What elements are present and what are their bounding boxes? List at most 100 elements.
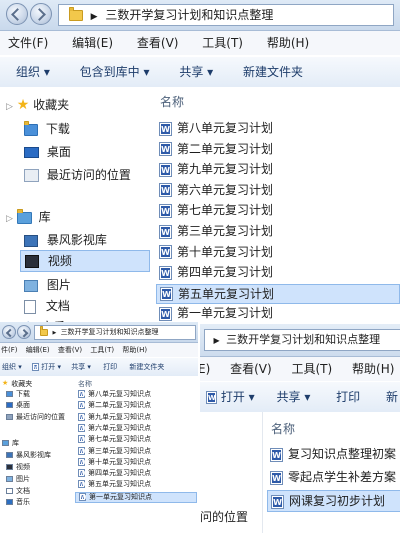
menu-edit[interactable]: 编辑(E): [72, 31, 113, 55]
list-item[interactable]: 网课复习初步计划: [267, 490, 400, 512]
sidebar-item-music[interactable]: 音乐: [6, 497, 30, 508]
menu-edit[interactable]: E): [200, 357, 210, 381]
navigation-pane: ▷ ★ 收藏夹 下载 桌面 最近访问的位置 ▷ 库 暴风影视库 视频 图片 文档: [0, 87, 150, 322]
list-item[interactable]: 第五单元复习计划: [156, 283, 400, 304]
list-item[interactable]: 第十单元复习计划: [156, 243, 400, 263]
file-name: 第一单元复习知识点: [89, 492, 152, 501]
file-list: 名称 第八单元复习计划第二单元复习计划第九单元复习计划第六单元复习计划第七单元复…: [150, 87, 400, 322]
sidebar-item-download-folder[interactable]: 下载: [6, 389, 30, 400]
sidebar-item-documents[interactable]: 文档: [24, 296, 70, 316]
list-item[interactable]: 第七单元复习计划: [156, 201, 400, 221]
list-item[interactable]: 第八单元复习知识点: [75, 390, 197, 401]
list-item[interactable]: 第九单元复习计划: [156, 160, 400, 180]
sidebar-item-recent[interactable]: 最近访问的位置: [24, 165, 131, 185]
list-item[interactable]: 第七单元复习知识点: [75, 435, 197, 446]
list-item[interactable]: 第四单元复习知识点: [75, 469, 197, 480]
address-field[interactable]: ▶ 三数开学复习计划和知识点整理: [204, 329, 400, 351]
column-header-name[interactable]: 名称: [78, 379, 92, 389]
documents-icon: [6, 488, 13, 494]
file-name: 第四单元复习计划: [177, 265, 274, 280]
column-header-name[interactable]: 名称: [160, 93, 184, 110]
sidebar-item-desktop[interactable]: 桌面: [24, 142, 71, 162]
list-item[interactable]: 第十单元复习知识点: [75, 457, 197, 469]
new-folder-button[interactable]: 新: [386, 382, 398, 412]
list-item[interactable]: 第二单元复习计划: [156, 140, 400, 160]
sidebar-item-pictures[interactable]: 图片: [24, 275, 71, 295]
sidebar-item-label: 音乐: [16, 498, 30, 506]
sidebar-item-video-library[interactable]: 暴风影视库: [24, 230, 107, 250]
breadcrumb-path: 三数开学复习计划和知识点整理: [226, 333, 381, 346]
new-folder-button[interactable]: 新建文件夹: [129, 358, 164, 376]
main-explorer-window: ▶ 三数开学复习计划和知识点整理 文件(F) 编辑(E) 查看(V) 工具(T)…: [0, 0, 400, 322]
organize-button[interactable]: 组织 ▾: [16, 57, 50, 87]
organize-button[interactable]: 组织 ▾: [2, 358, 22, 376]
sidebar-item-pictures[interactable]: 图片: [6, 474, 30, 485]
address-bar: ▶ 三数开学复习计划和知识点整理: [200, 324, 400, 357]
menu-file[interactable]: 件(F): [1, 343, 18, 357]
list-item[interactable]: 第九单元复习知识点: [75, 412, 197, 424]
word-document-icon: [206, 391, 217, 404]
sidebar-item-documents[interactable]: 文档: [6, 486, 30, 497]
share-button[interactable]: 共享 ▾: [179, 57, 213, 87]
file-name: 第六单元复习计划: [177, 182, 274, 197]
sidebar-item-desktop[interactable]: 桌面: [6, 400, 30, 411]
sidebar-item-label: 库: [12, 439, 19, 447]
sidebar-item-library[interactable]: 库: [2, 438, 19, 449]
include-in-library-button[interactable]: 包含到库中 ▾: [80, 57, 150, 87]
file-name: 零起点学生补差方案: [288, 470, 397, 484]
open-button[interactable]: 打开 ▾: [206, 382, 255, 412]
menu-file[interactable]: 文件(F): [8, 31, 48, 55]
sidebar-item-downloads[interactable]: 下载: [24, 119, 70, 139]
back-button[interactable]: [6, 3, 28, 25]
sidebar-item-libraries[interactable]: ▷ 库: [6, 207, 51, 227]
sidebar-item-recent[interactable]: 问的位置: [200, 508, 248, 525]
menu-help[interactable]: 帮助(H): [267, 31, 309, 55]
list-item[interactable]: 第六单元复习计划: [156, 181, 400, 201]
list-item[interactable]: 第六单元复习知识点: [75, 423, 197, 435]
list-item[interactable]: 第八单元复习计划: [156, 119, 400, 139]
menu-help[interactable]: 帮助(H): [122, 343, 147, 357]
sidebar-item-video[interactable]: 视频: [20, 250, 150, 272]
share-button[interactable]: 共享 ▾: [71, 358, 91, 376]
address-field[interactable]: ▶ 三数开学复习计划和知识点整理: [58, 4, 394, 26]
sidebar-item-star[interactable]: ★ 收藏夹: [2, 378, 32, 389]
desktop-icon: [6, 402, 13, 408]
column-header-name[interactable]: 名称: [271, 420, 295, 437]
menu-view[interactable]: 查看(V): [58, 343, 82, 357]
folder-icon: [68, 7, 83, 21]
list-item[interactable]: 零起点学生补差方案: [267, 467, 400, 489]
new-folder-button[interactable]: 新建文件夹: [243, 57, 303, 87]
file-name: 第二单元复习知识点: [88, 401, 151, 410]
sidebar-item-favorites[interactable]: ▷ ★ 收藏夹: [6, 95, 69, 115]
menu-tools[interactable]: 工具(T): [202, 31, 243, 55]
print-button[interactable]: 打印: [103, 358, 117, 376]
menu-tools[interactable]: 工具(T): [90, 343, 114, 357]
menu-help[interactable]: 帮助(H): [352, 357, 394, 381]
sidebar-item-recent-places[interactable]: 最近访问的位置: [6, 412, 65, 423]
list-item[interactable]: 第三单元复习计划: [156, 222, 400, 242]
address-field[interactable]: ▶ 三数开学复习计划和知识点整理: [34, 325, 196, 340]
menu-edit[interactable]: 编辑(E): [26, 343, 50, 357]
list-item[interactable]: 第一单元复习知识点: [75, 491, 197, 503]
share-button[interactable]: 共享 ▾: [277, 382, 311, 412]
open-button[interactable]: 打开 ▾: [31, 358, 61, 376]
list-item[interactable]: 第五单元复习知识点: [75, 480, 197, 491]
word-document-icon: [78, 401, 85, 410]
list-item[interactable]: 第四单元复习计划: [156, 263, 400, 283]
back-button[interactable]: [2, 325, 16, 339]
list-item[interactable]: 第三单元复习知识点: [75, 446, 197, 458]
address-bar: ▶ 三数开学复习计划和知识点整理: [0, 322, 198, 343]
list-item[interactable]: 第二单元复习知识点: [75, 401, 197, 412]
sidebar-item-video[interactable]: 视频: [6, 462, 30, 473]
pictures-icon: [6, 476, 13, 482]
list-item[interactable]: 复习知识点整理初案: [267, 444, 400, 466]
forward-button[interactable]: [17, 325, 31, 339]
print-button[interactable]: 打印: [336, 382, 360, 412]
desktop-icon: [24, 147, 39, 158]
menu-tools[interactable]: 工具(T): [292, 357, 333, 381]
menu-view[interactable]: 查看(V): [230, 357, 272, 381]
list-item[interactable]: 第一单元复习计划: [156, 304, 400, 322]
sidebar-item-video-library[interactable]: 暴风影视库: [6, 450, 51, 461]
menu-view[interactable]: 查看(V): [137, 31, 179, 55]
forward-button[interactable]: [30, 3, 52, 25]
